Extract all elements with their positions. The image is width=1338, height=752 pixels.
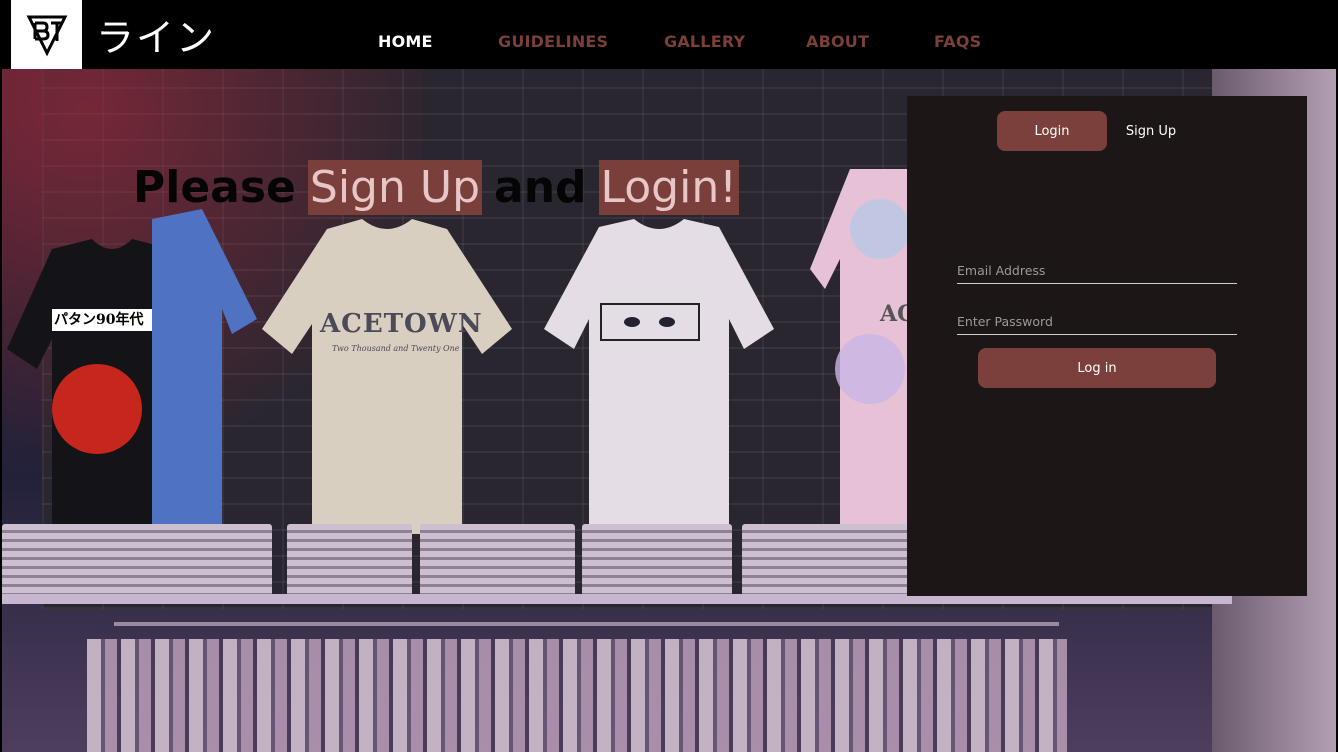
tshirt-black-print: パタン90年代: [54, 312, 144, 328]
tshirt-tiedye: [810, 169, 920, 539]
tshirt-white: [539, 219, 779, 529]
folded-shirt-stack: [582, 524, 732, 596]
tshirt-cream: [257, 219, 517, 539]
tshirt-cream-print: ACETOWN: [320, 309, 483, 339]
nav-gallery[interactable]: GALLERY: [664, 32, 745, 51]
headline-highlight-signup: Sign Up: [307, 159, 482, 215]
headline-highlight-login: Login!: [598, 159, 739, 215]
hanging-shirts-rack: [87, 639, 1067, 752]
top-navbar: ライン HOME GUIDELINES GALLERY ABOUT FAQS: [0, 0, 1338, 69]
clothing-rail: [114, 622, 1059, 626]
brand-logo[interactable]: [11, 0, 82, 69]
headline-word-please: Please: [133, 161, 296, 213]
nav-home[interactable]: HOME: [378, 32, 433, 51]
auth-panel: Login Sign Up Log in: [907, 96, 1307, 596]
folded-shirt-stack: [287, 524, 412, 596]
tab-signup[interactable]: Sign Up: [1119, 111, 1183, 151]
brand-name: ライン: [96, 16, 217, 60]
email-field[interactable]: [957, 257, 1237, 284]
headline-word-and: and: [494, 161, 587, 213]
folded-shirt-stack: [2, 524, 272, 596]
nav-faqs[interactable]: FAQS: [934, 32, 981, 51]
nav-about[interactable]: ABOUT: [806, 32, 869, 51]
folded-shirt-stack: [742, 524, 907, 596]
tshirt-cream-subprint: Two Thousand and Twenty One: [332, 344, 460, 353]
hero-headline: Please Sign Up and Login!: [133, 152, 739, 222]
tshirt-blue: [152, 209, 262, 529]
login-submit-button[interactable]: Log in: [978, 348, 1216, 388]
btc-shield-logo-icon: [26, 15, 67, 56]
nav-guidelines[interactable]: GUIDELINES: [498, 32, 608, 51]
folded-shirt-stack: [420, 524, 575, 596]
password-field[interactable]: [957, 308, 1237, 335]
tab-login[interactable]: Login: [997, 111, 1107, 151]
